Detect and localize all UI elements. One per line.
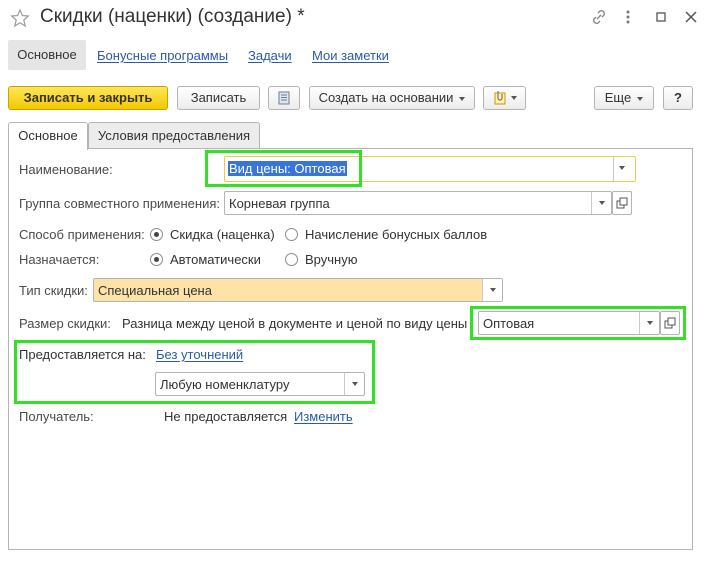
save-button[interactable]: Записать bbox=[177, 86, 260, 110]
method-discount-radio[interactable] bbox=[150, 228, 163, 241]
nav-tasks[interactable]: Задачи bbox=[248, 48, 292, 63]
assign-label: Назначается: bbox=[19, 252, 100, 267]
chevron-down-icon bbox=[511, 96, 517, 100]
recipient-change-link[interactable]: Изменить bbox=[294, 409, 353, 424]
link-icon[interactable] bbox=[589, 8, 609, 26]
size-description: Разница между ценой в документе и ценой … bbox=[122, 316, 468, 331]
close-icon[interactable] bbox=[681, 8, 701, 26]
name-dropdown-button[interactable] bbox=[613, 157, 635, 181]
highlight-name bbox=[205, 150, 362, 187]
list-button[interactable] bbox=[268, 86, 300, 110]
recipient-value: Не предоставляется bbox=[164, 409, 288, 424]
method-discount-label[interactable]: Скидка (наценка) bbox=[170, 227, 275, 242]
group-dropdown-button[interactable] bbox=[591, 192, 611, 214]
nav-my-notes[interactable]: Мои заметки bbox=[312, 48, 389, 63]
chevron-down-icon bbox=[619, 166, 625, 170]
tab-main[interactable]: Основное bbox=[8, 122, 88, 150]
chevron-down-icon bbox=[459, 96, 466, 101]
nav-bonus-programs[interactable]: Бонусные программы bbox=[97, 48, 228, 63]
type-value: Специальная цена bbox=[98, 283, 212, 298]
recipient-label: Получатель: bbox=[19, 409, 94, 424]
assign-auto-label[interactable]: Автоматически bbox=[170, 252, 261, 267]
highlight-size bbox=[470, 306, 686, 340]
list-icon bbox=[278, 91, 290, 105]
paperclip-doc-icon bbox=[494, 91, 506, 105]
size-label: Размер скидки: bbox=[19, 316, 111, 331]
type-dropdown-button[interactable] bbox=[482, 279, 502, 301]
highlight-provided bbox=[14, 340, 375, 404]
name-label: Наименование: bbox=[19, 162, 113, 177]
create-based-on-label: Создать на основании bbox=[318, 90, 454, 105]
type-field[interactable]: Специальная цена bbox=[93, 278, 503, 302]
method-label: Способ применения: bbox=[19, 227, 145, 242]
more-label: Еще bbox=[604, 90, 632, 105]
open-form-icon bbox=[616, 197, 628, 209]
type-label: Тип скидки: bbox=[19, 283, 88, 298]
more-button[interactable]: Еще bbox=[594, 86, 654, 110]
assign-manual-label[interactable]: Вручную bbox=[305, 252, 357, 267]
attachments-button[interactable] bbox=[483, 86, 526, 110]
window-title: Скидки (наценки) (создание) * bbox=[40, 6, 305, 27]
method-bonus-label[interactable]: Начисление бонусных баллов bbox=[305, 227, 487, 242]
star-icon[interactable] bbox=[10, 8, 30, 28]
group-field[interactable]: Корневая группа bbox=[224, 191, 612, 215]
save-label: Записать bbox=[190, 90, 247, 105]
nav-main[interactable]: Основное bbox=[8, 40, 86, 70]
help-button[interactable]: ? bbox=[663, 86, 693, 110]
group-value: Корневая группа bbox=[229, 196, 330, 211]
group-label: Группа совместного применения: bbox=[19, 196, 220, 211]
tab-conditions[interactable]: Условия предоставления bbox=[88, 122, 260, 149]
menu-dots-icon[interactable] bbox=[618, 8, 638, 26]
assign-auto-radio[interactable] bbox=[150, 253, 163, 266]
help-label: ? bbox=[674, 90, 682, 105]
maximize-icon[interactable] bbox=[651, 8, 671, 26]
create-based-on-button[interactable]: Создать на основании bbox=[309, 86, 475, 110]
save-and-close-label: Записать и закрыть bbox=[23, 90, 153, 105]
save-and-close-button[interactable]: Записать и закрыть bbox=[8, 86, 168, 110]
assign-manual-radio[interactable] bbox=[285, 253, 298, 266]
method-bonus-radio[interactable] bbox=[285, 228, 298, 241]
chevron-down-icon bbox=[637, 96, 644, 101]
group-open-button[interactable] bbox=[612, 191, 632, 215]
